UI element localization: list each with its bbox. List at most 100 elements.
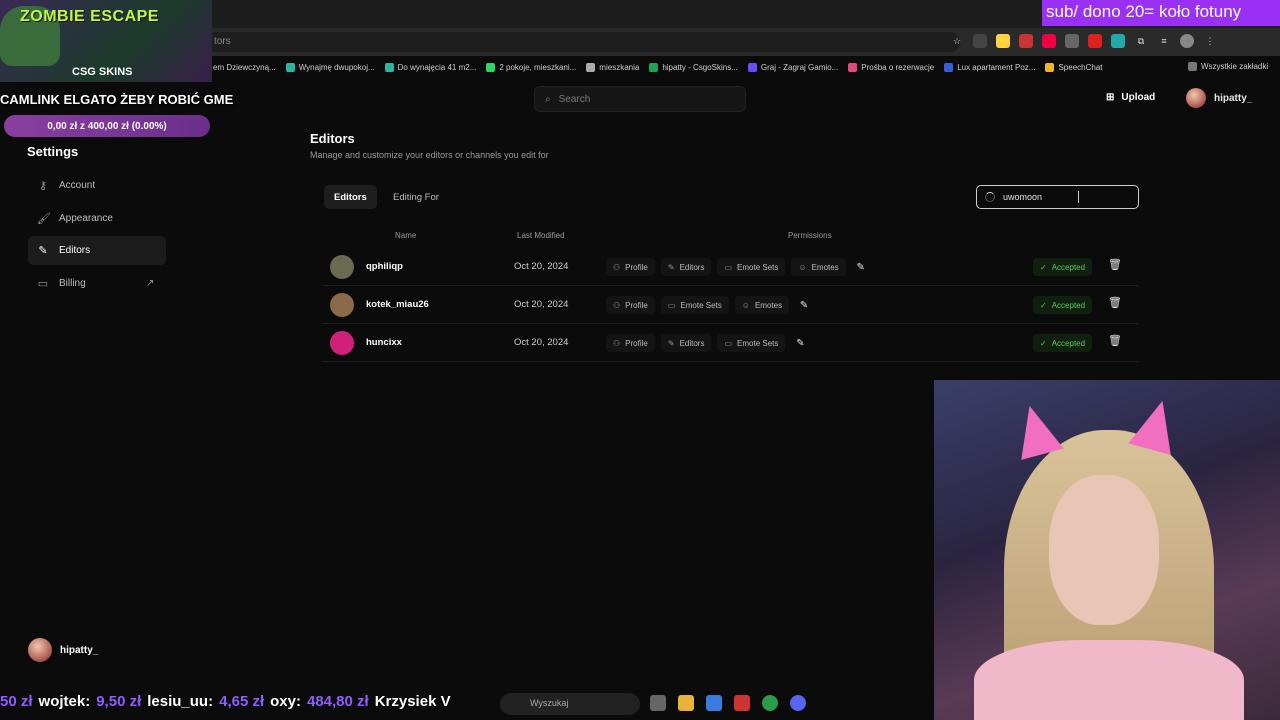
taskbar-search[interactable]: Wyszukaj [500, 693, 640, 715]
sidebar-item-editors[interactable]: ✎ Editors [28, 236, 166, 265]
permission-chip[interactable]: ⚇ Profile [606, 296, 655, 314]
extension-icon[interactable] [1019, 34, 1033, 48]
app-search-input[interactable]: ⌕ Search [534, 86, 746, 112]
check-icon: ✓ [1040, 338, 1047, 348]
kebab-menu-icon[interactable]: ⋮ [1203, 34, 1217, 48]
game-overlay-card: ZOMBIE ESCAPE CSG SKINS [0, 0, 212, 82]
task-view-icon[interactable] [650, 695, 666, 711]
smiley-icon: ☺ [798, 262, 807, 272]
bookmark-item[interactable]: hipatty - CsgoSkins... [649, 62, 738, 72]
permission-chip[interactable]: ▭ Emote Sets [717, 334, 786, 352]
last-modified-date: Oct 20, 2024 [514, 299, 569, 310]
edit-permissions-button[interactable]: ✎ [791, 334, 809, 352]
permission-chip[interactable]: ▭ Emote Sets [660, 296, 729, 314]
bookmark-item[interactable]: Lux apartament Poz... [944, 62, 1035, 72]
bookmark-item[interactable]: Prośba o rezerwacje [848, 62, 935, 72]
pencil-icon: ✎ [667, 262, 675, 272]
permission-chip[interactable]: ☺ Emotes [734, 296, 790, 314]
sidebar-item-label: Appearance [59, 213, 113, 224]
user-menu[interactable]: hipatty_ [1186, 88, 1252, 108]
extension-icon[interactable] [973, 34, 987, 48]
page-subtitle: Manage and customize your editors or cha… [310, 150, 549, 160]
status-badge: ✓ Accepted [1033, 296, 1093, 314]
status-label: Accepted [1051, 338, 1086, 348]
bookmark-label: Prośba o rezerwacje [861, 62, 935, 72]
delete-editor-button[interactable]: 🗑 [1108, 296, 1122, 309]
status-label: Accepted [1051, 300, 1086, 310]
extension-icon[interactable] [1111, 34, 1125, 48]
table-row: qphiliqp Oct 20, 2024 ⚇ Profile ✎ Editors ▭ Emo… [322, 248, 1138, 286]
tab-editors[interactable]: Editors [324, 185, 377, 209]
ticker-donor: lesiu_uu: [147, 692, 214, 710]
webcam-body [974, 640, 1244, 720]
permission-chip[interactable]: ✎ Editors [660, 334, 712, 352]
bookmark-item[interactable]: 2 pokoje, mieszkani... [486, 62, 577, 72]
sidebar-item-label: Account [59, 180, 96, 191]
bookmark-icon [384, 62, 394, 72]
bookmark-item[interactable]: mieszkania [586, 62, 639, 72]
discord-icon[interactable] [790, 695, 806, 711]
ticker-amount: 4,65 zł [219, 692, 265, 710]
permission-chip[interactable]: ⚇ Profile [606, 334, 655, 352]
editor-name: huncixx [366, 337, 402, 348]
status-badge: ✓ Accepted [1033, 334, 1093, 352]
store-icon[interactable] [706, 695, 722, 711]
delete-editor-button[interactable]: 🗑 [1108, 258, 1122, 271]
permission-chip[interactable]: ▭ Emote Sets [717, 258, 786, 276]
edit-permissions-button[interactable]: ✎ [852, 258, 870, 276]
extension-icon[interactable] [1042, 34, 1056, 48]
permission-list: ⚇ Profile ✎ Editors ▭ Emote Sets ☺ Emotes ✎ [606, 258, 870, 276]
profile-icon[interactable] [1180, 34, 1194, 48]
table-row: huncixx Oct 20, 2024 ⚇ Profile ✎ Editors ▭ Emot… [322, 324, 1138, 362]
bookmark-item[interactable]: Wynajmę dwupokoj... [285, 62, 375, 72]
bookmark-item[interactable]: SpeechChat [1045, 62, 1102, 72]
address-bar[interactable]: tors [200, 32, 960, 52]
editor-search-input[interactable]: uwomoon [976, 185, 1139, 209]
bookmark-label: Graj - Zagraj Gamio... [760, 62, 839, 72]
user-icon: ⚇ [613, 262, 621, 272]
sidebar-item-label: Editors [59, 245, 91, 256]
column-header-permissions: Permissions [788, 231, 832, 240]
permission-chip[interactable]: ☺ Emotes [791, 258, 846, 276]
check-icon: ✓ [1040, 300, 1047, 310]
table-row: kotek_miau26 Oct 20, 2024 ⚇ Profile ▭ Emote S… [322, 286, 1138, 324]
upload-button[interactable]: ⊞ Upload [1098, 88, 1163, 107]
card-icon: ▭ [37, 278, 49, 290]
permission-label: Profile [625, 338, 648, 348]
menu-icon[interactable]: ≡ [1157, 34, 1171, 48]
permission-list: ⚇ Profile ✎ Editors ▭ Emote Sets ✎ [606, 334, 809, 352]
puzzle-icon[interactable]: ⧉ [1134, 34, 1148, 48]
bookmark-icon [486, 62, 496, 72]
app-icon[interactable] [734, 695, 750, 711]
external-link-icon: ↗ [146, 278, 155, 289]
chrome-icon[interactable] [762, 695, 778, 711]
loading-spinner-icon [985, 192, 995, 202]
bookmark-item[interactable]: Graj - Zagraj Gamio... [747, 62, 839, 72]
donation-goal-text: 0,00 zł z 400,00 zł (0.00%) [47, 120, 167, 132]
star-icon[interactable]: ☆ [950, 34, 964, 48]
url-text: tors [214, 36, 231, 47]
permission-label: Editors [679, 262, 705, 272]
sidebar-item-appearance[interactable]: 🖌 Appearance [28, 204, 166, 233]
permission-chip[interactable]: ⚇ Profile [606, 258, 655, 276]
edit-permissions-button[interactable]: ✎ [795, 296, 813, 314]
bookmark-item[interactable]: Do wynajęcia 41 m2... [384, 62, 476, 72]
avatar [28, 638, 52, 662]
avatar [1186, 88, 1206, 108]
sidebar-item-account[interactable]: ⚷ Account [28, 171, 166, 200]
delete-editor-button[interactable]: 🗑 [1108, 334, 1122, 347]
shield-icon[interactable] [1065, 34, 1079, 48]
bookmark-label: 2 pokoje, mieszkani... [499, 62, 577, 72]
all-bookmarks[interactable]: Wszystkie zakładki [1188, 62, 1268, 71]
bookmark-label: hipatty - CsgoSkins... [662, 62, 738, 72]
extension-icon[interactable] [996, 34, 1010, 48]
tab-editing-for[interactable]: Editing For [383, 185, 449, 209]
extension-icon[interactable] [1088, 34, 1102, 48]
sidebar-user[interactable]: hipatty_ [28, 638, 98, 662]
permission-label: Emotes [754, 300, 783, 310]
editor-name: kotek_miau26 [366, 299, 429, 310]
overlay-goal-text: sub/ dono 20= koło fotuny [1042, 0, 1280, 26]
folder-icon[interactable] [678, 695, 694, 711]
permission-chip[interactable]: ✎ Editors [660, 258, 712, 276]
permission-label: Profile [625, 262, 648, 272]
